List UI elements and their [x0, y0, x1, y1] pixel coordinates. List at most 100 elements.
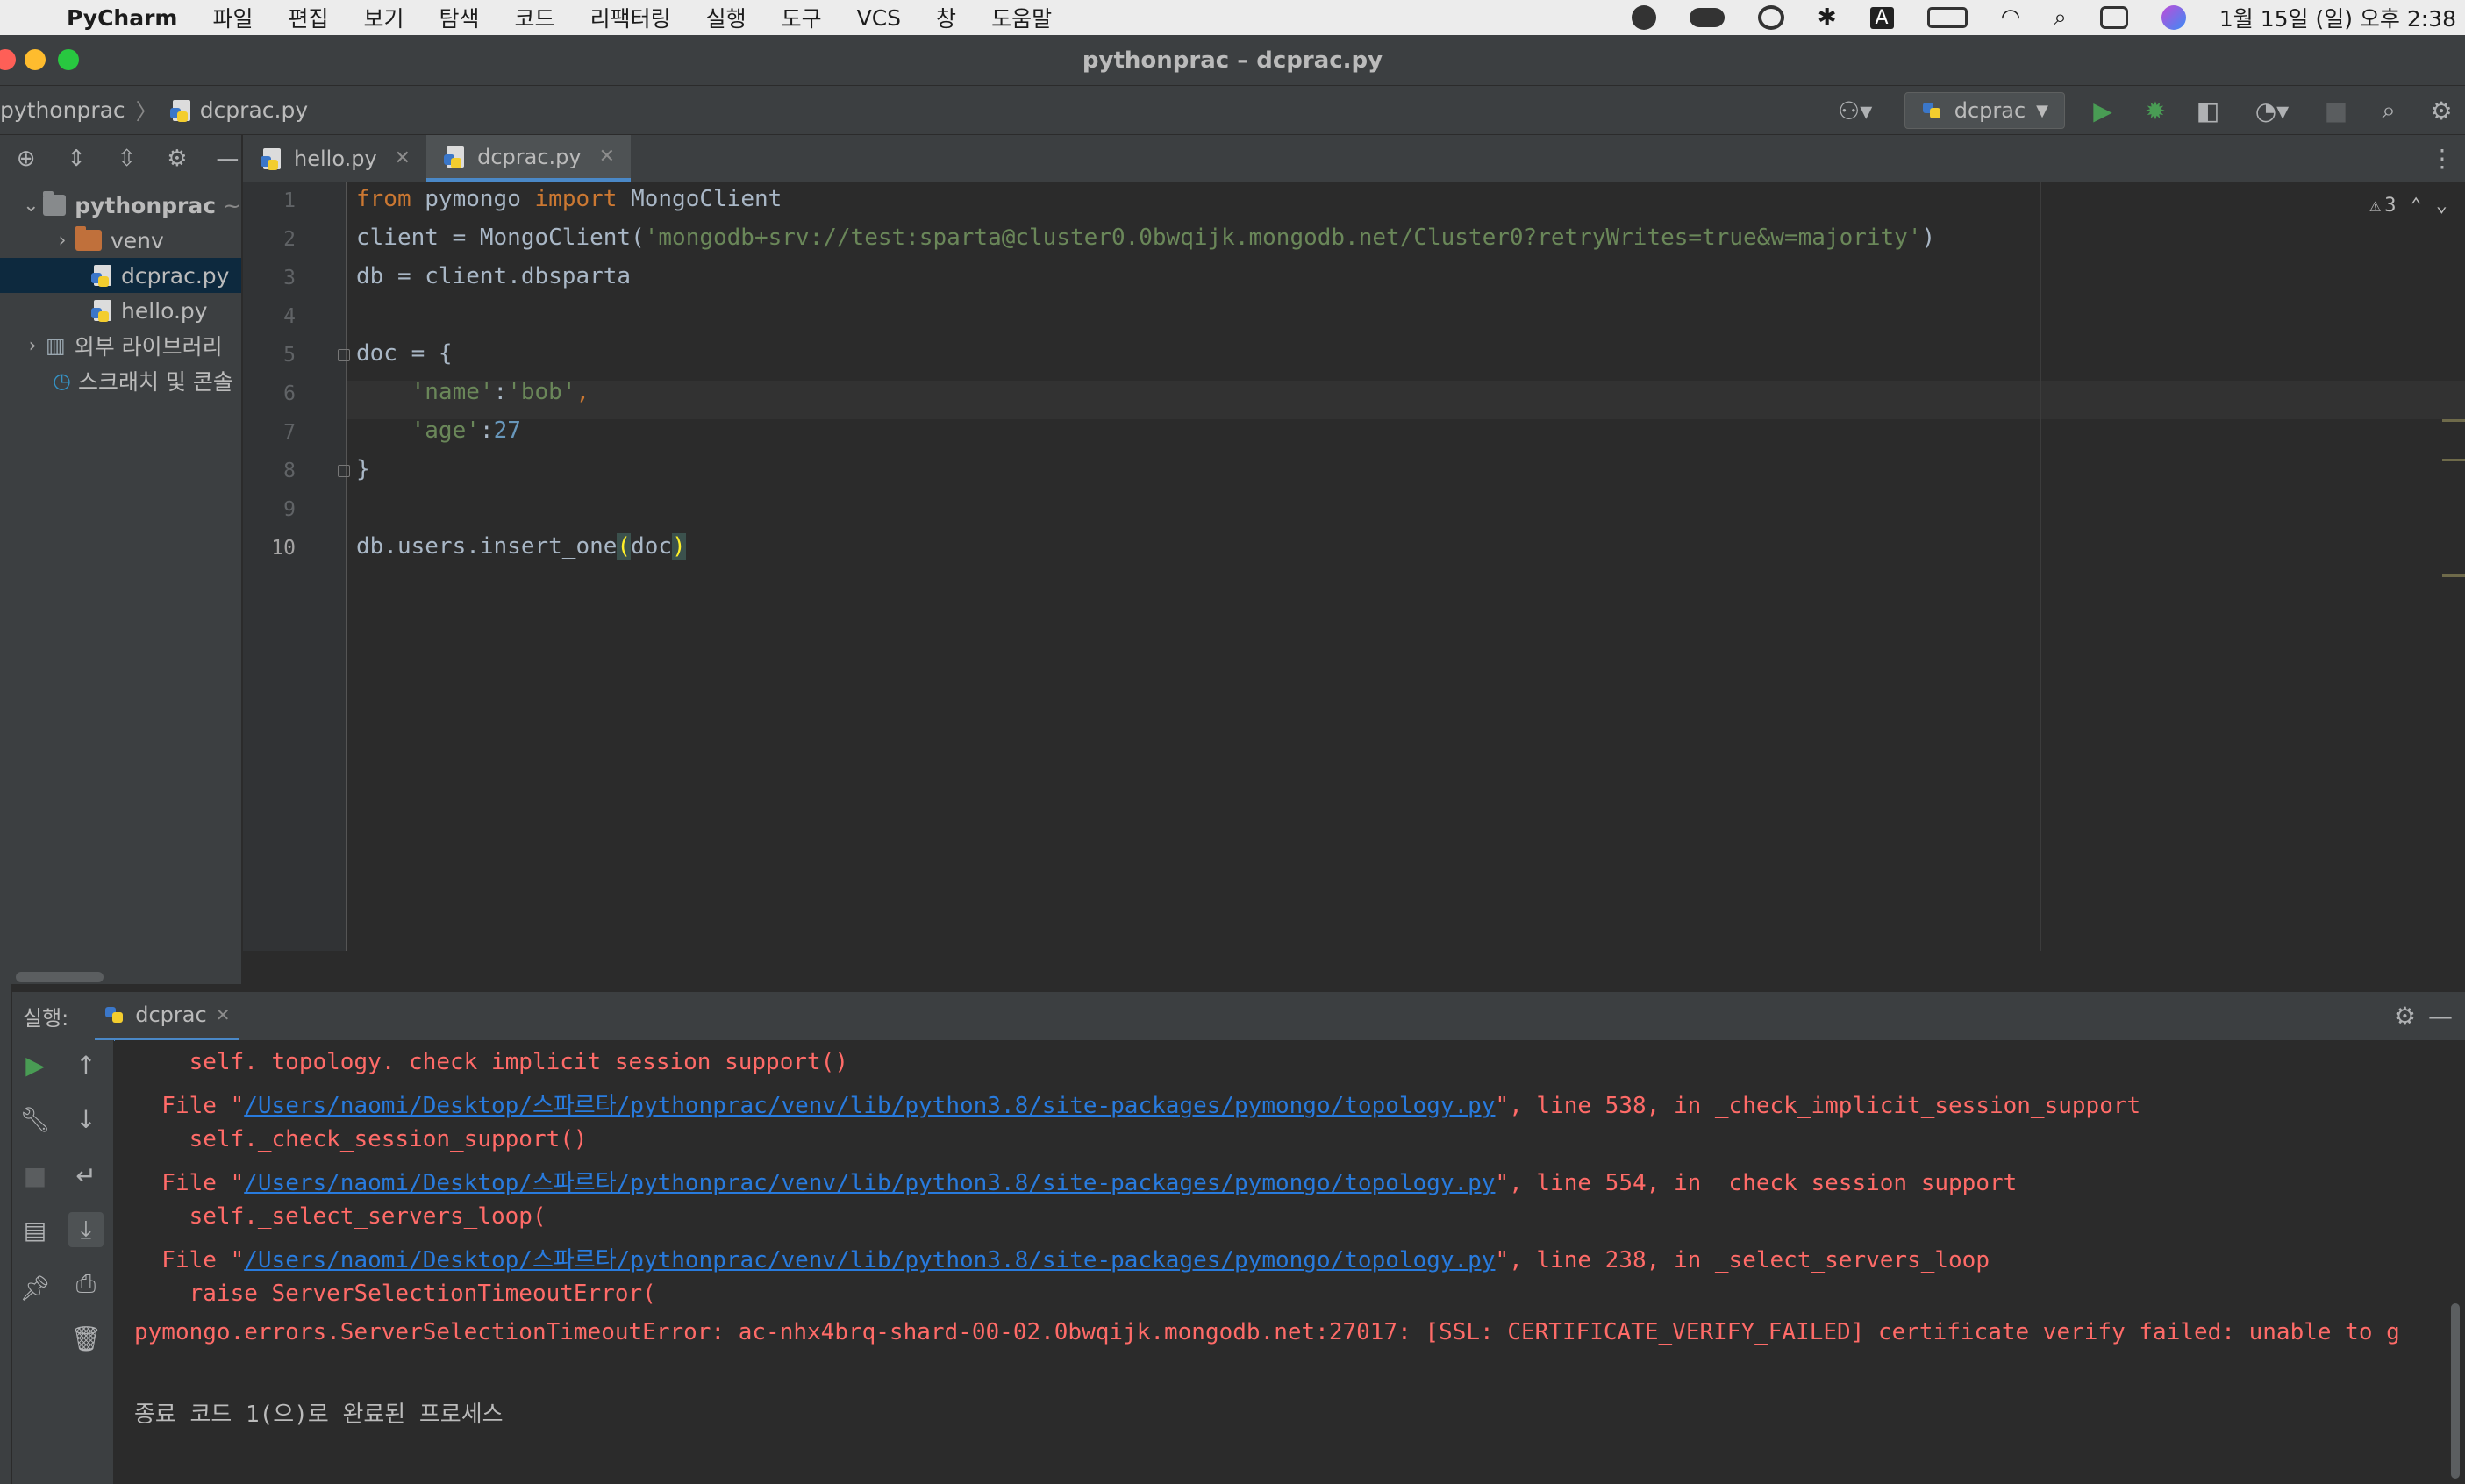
notification-icon[interactable] [1631, 5, 1656, 30]
coverage-icon[interactable]: ◧ [2193, 96, 2223, 125]
collapse-all-icon[interactable]: ⇳ [113, 144, 140, 174]
search-icon[interactable]: ⌕ [2374, 96, 2404, 125]
run-icon[interactable]: ▶ [2088, 96, 2118, 125]
warning-stripe[interactable] [2442, 419, 2465, 422]
more-options-icon[interactable]: ⋮ [2430, 144, 2454, 173]
chevron-right-icon[interactable]: › [49, 230, 75, 252]
wrench-icon[interactable]: 🔧︎ [18, 1102, 53, 1137]
minimize-window-button[interactable] [25, 49, 46, 70]
console-vertical-scrollbar[interactable] [2451, 1303, 2460, 1479]
siri-icon[interactable] [2161, 5, 2186, 30]
wifi-icon[interactable]: ◠ [2001, 4, 2021, 31]
gear-icon[interactable]: ⚙ [163, 144, 190, 174]
traceback-link[interactable]: /Users/naomi/Desktop/스파르타/pythonprac/ven… [244, 1170, 1495, 1196]
warning-stripe[interactable] [2442, 574, 2465, 577]
window-title: pythonprac – dcprac.py [1082, 46, 1383, 74]
scroll-down-icon[interactable]: ↓ [68, 1102, 104, 1137]
console-error-line: pymongo.errors.ServerSelectionTimeoutErr… [134, 1319, 2400, 1345]
python-file-icon [261, 147, 283, 170]
run-configuration-selector[interactable]: dcprac ▼ [1904, 92, 2065, 129]
rerun-icon[interactable]: ▶ [18, 1047, 53, 1082]
pin-icon[interactable]: 📌︎ [18, 1270, 53, 1305]
menu-edit[interactable]: 편집 [289, 2, 329, 33]
spotlight-search-icon[interactable]: ⌕ [2054, 4, 2067, 32]
code-line-1: from pymongo import MongoClient [356, 186, 782, 212]
line-number: 10 [271, 537, 296, 560]
trash-icon[interactable]: 🗑︎ [68, 1321, 104, 1356]
console-line: self._check_session_support() [134, 1126, 588, 1152]
chevron-down-icon[interactable]: ⌄ [19, 195, 43, 217]
battery-icon[interactable] [1926, 7, 1968, 28]
menu-vcs[interactable]: VCS [857, 5, 901, 31]
zoom-window-button[interactable] [58, 49, 79, 70]
scroll-to-end-icon[interactable]: ⤓ [68, 1212, 104, 1247]
python-file-icon [91, 299, 114, 322]
traceback-link[interactable]: /Users/naomi/Desktop/스파르타/pythonprac/ven… [244, 1093, 1495, 1119]
next-highlight-icon[interactable]: ⌄ [2436, 195, 2447, 217]
project-horizontal-scrollbar[interactable] [16, 972, 104, 982]
tree-item-label: 스크래치 및 콘솔 [77, 369, 233, 395]
fold-marker-icon[interactable] [338, 465, 350, 477]
close-tab-icon[interactable]: ✕ [395, 147, 411, 169]
run-console[interactable]: self._topology._check_implicit_session_s… [115, 1040, 2465, 1484]
warning-stripe[interactable] [2442, 459, 2465, 461]
tree-root-project[interactable]: ⌄ pythonprac ~ [0, 188, 241, 223]
input-source-icon[interactable]: A [1869, 6, 1894, 29]
settings-gear-icon[interactable]: ⚙ [2394, 1002, 2416, 1031]
close-tab-icon[interactable]: ✕ [599, 146, 615, 168]
previous-highlight-icon[interactable]: ⌃ [2411, 195, 2422, 217]
locate-icon[interactable]: ⊕ [12, 144, 39, 174]
tree-item-scratches[interactable]: ◷ 스크래치 및 콘솔 [0, 363, 241, 398]
scroll-up-icon[interactable]: ↑ [68, 1047, 104, 1082]
cloud-icon[interactable] [1689, 8, 1725, 27]
fold-marker-icon[interactable] [338, 349, 350, 361]
stop-icon[interactable]: ■ [2321, 96, 2351, 125]
code-editor[interactable]: 1 2 3 4 5 6 7 8 9 10 from pymongo import… [243, 182, 2465, 951]
tree-item-label: 외부 라이브러리 [74, 334, 223, 360]
traceback-link[interactable]: /Users/naomi/Desktop/스파르타/pythonprac/ven… [244, 1247, 1495, 1274]
menu-run[interactable]: 실행 [706, 2, 747, 33]
tree-item-hello[interactable]: hello.py [0, 293, 241, 328]
menu-refactor[interactable]: 리팩터링 [590, 2, 671, 33]
hide-panel-icon[interactable]: — [214, 144, 241, 174]
line-number: 7 [283, 421, 296, 444]
menu-code[interactable]: 코드 [515, 2, 555, 33]
profile-icon[interactable]: ◔▾ [2246, 96, 2298, 125]
menu-file[interactable]: 파일 [212, 2, 253, 33]
menu-tools[interactable]: 도구 [782, 2, 822, 33]
tree-item-external-libraries[interactable]: › ▥ 외부 라이브러리 [0, 328, 241, 363]
menu-help[interactable]: 도움말 [991, 2, 1052, 33]
menu-navigate[interactable]: 탐색 [439, 2, 480, 33]
expand-all-icon[interactable]: ⇕ [62, 144, 89, 174]
print-icon[interactable]: ⎙ [68, 1266, 104, 1302]
run-tab-dcprac[interactable]: dcprac ✕ [95, 992, 239, 1041]
menu-app-name[interactable]: PyCharm [67, 5, 177, 31]
creative-cloud-icon[interactable] [1757, 5, 1784, 30]
chevron-right-icon[interactable]: › [19, 335, 46, 357]
line-number: 5 [283, 344, 296, 367]
inspection-widget[interactable]: ⚠ 3 ⌃ ⌄ [2369, 195, 2447, 217]
breadcrumb-file[interactable]: dcprac.py [200, 97, 308, 123]
settings-gear-icon[interactable]: ⚙ [2426, 96, 2456, 125]
vcs-user-icon[interactable]: ⚇▾ [1829, 96, 1882, 125]
clock[interactable]: 1월 15일 (일) 오후 2:38 [2219, 2, 2456, 33]
close-tab-icon[interactable]: ✕ [216, 1004, 231, 1025]
tab-hello-py[interactable]: hello.py ✕ [243, 135, 426, 182]
warning-count: 3 [2384, 195, 2397, 217]
run-side-toolbar: ▶ ↑ 🔧︎ ↓ ■ ↵ ▤ ⤓ ⎙ 📌︎ 🗑︎ [12, 1040, 114, 1484]
editor-tabs: hello.py ✕ dcprac.py ✕ ⋮ [243, 135, 2465, 182]
debug-icon[interactable]: ✹ [2140, 96, 2170, 125]
menu-window[interactable]: 창 [936, 2, 956, 33]
breadcrumb-project[interactable]: pythonprac [0, 97, 125, 123]
stop-icon[interactable]: ■ [18, 1158, 53, 1193]
soft-wrap-icon[interactable]: ↵ [68, 1158, 104, 1193]
hide-panel-icon[interactable]: — [2428, 1002, 2453, 1031]
menu-view[interactable]: 보기 [364, 2, 404, 33]
bluetooth-icon[interactable]: ✱ [1818, 4, 1837, 31]
tree-item-dcprac[interactable]: dcprac.py [0, 258, 241, 293]
tab-dcprac-py[interactable]: dcprac.py ✕ [426, 135, 632, 182]
layout-icon[interactable]: ▤ [18, 1212, 53, 1247]
tree-item-venv[interactable]: › venv [0, 223, 241, 258]
folder-icon [75, 226, 102, 251]
control-center-icon[interactable] [2099, 6, 2128, 29]
